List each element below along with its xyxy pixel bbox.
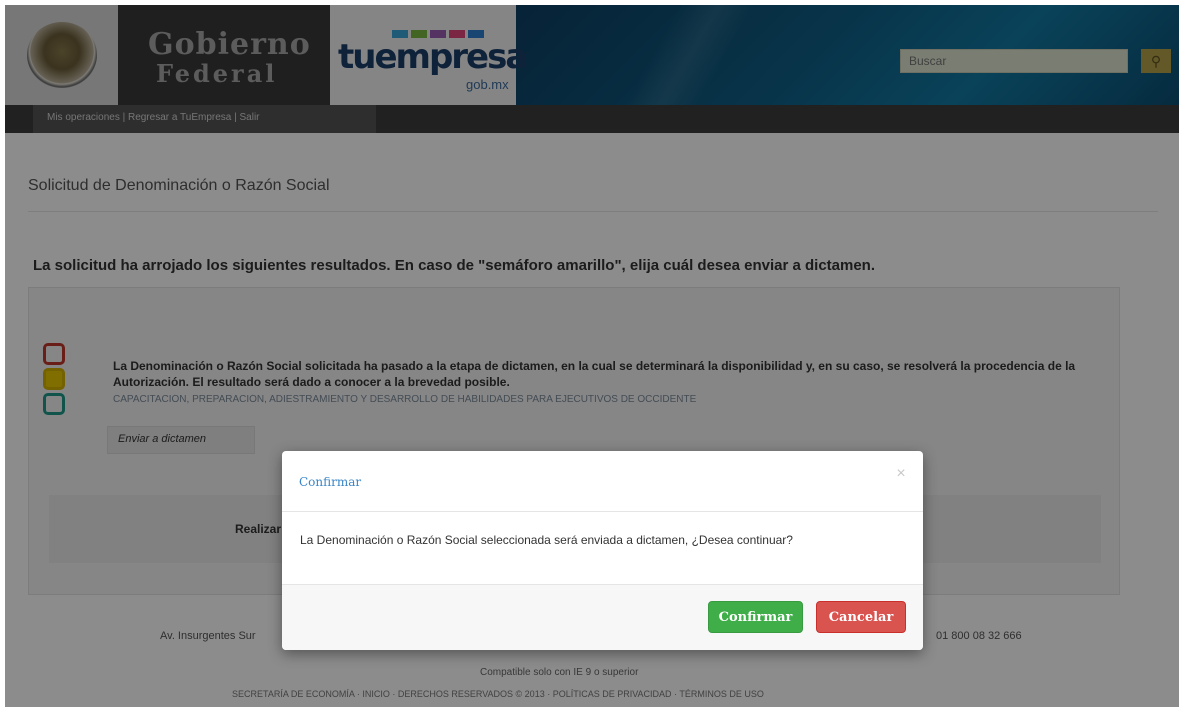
dialog-message: La Denominación o Razón Social seleccion… xyxy=(300,533,793,547)
dialog-footer: Confirmar Cancelar xyxy=(282,584,923,650)
dialog-header: Confirmar × xyxy=(282,451,923,512)
dialog-body: La Denominación o Razón Social seleccion… xyxy=(282,513,923,584)
confirm-button[interactable]: Confirmar xyxy=(708,601,803,633)
cancel-button[interactable]: Cancelar xyxy=(816,601,906,633)
dialog-title: Confirmar xyxy=(299,475,362,489)
confirm-dialog: Confirmar × La Denominación o Razón Soci… xyxy=(282,451,923,650)
close-icon[interactable]: × xyxy=(892,465,910,483)
